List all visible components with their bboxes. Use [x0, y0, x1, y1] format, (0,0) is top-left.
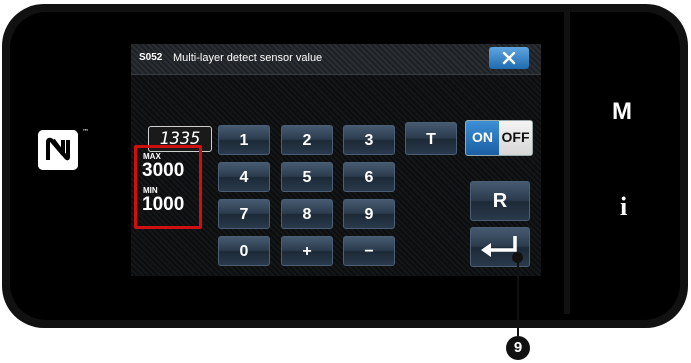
dialog-titlebar: S052 Multi-layer detect sensor value — [131, 44, 541, 75]
close-icon — [502, 51, 516, 65]
key-3[interactable]: 3 — [343, 125, 395, 155]
nfc-icon — [38, 130, 78, 170]
close-button[interactable] — [489, 47, 529, 69]
key-2[interactable]: 2 — [281, 125, 333, 155]
limits-highlight: MAX 3000 MIN 1000 — [134, 145, 202, 229]
off-label: OFF — [499, 121, 532, 155]
key-plus[interactable]: + — [281, 236, 333, 266]
reset-button[interactable]: R — [470, 181, 530, 221]
nfc-trademark: ™ — [82, 128, 89, 136]
key-0[interactable]: 0 — [218, 236, 270, 266]
key-9[interactable]: 9 — [343, 199, 395, 229]
callout-number: 9 — [506, 336, 530, 360]
key-4[interactable]: 4 — [218, 162, 270, 192]
side-divider — [564, 10, 570, 314]
key-6[interactable]: 6 — [343, 162, 395, 192]
mode-button[interactable]: M — [612, 98, 632, 126]
key-t[interactable]: T — [405, 122, 457, 155]
min-value: 1000 — [142, 194, 185, 215]
touch-screen: S052 Multi-layer detect sensor value 1 3 3… — [131, 44, 541, 276]
info-button[interactable]: i — [620, 192, 627, 222]
key-1[interactable]: 1 — [218, 125, 270, 155]
key-5[interactable]: 5 — [281, 162, 333, 192]
key-7[interactable]: 7 — [218, 199, 270, 229]
max-value: 3000 — [142, 160, 185, 181]
dialog-title: Multi-layer detect sensor value — [173, 52, 323, 64]
callout-dot — [512, 252, 523, 263]
screen-code: S052 — [139, 52, 163, 63]
on-off-toggle[interactable]: ON OFF — [465, 120, 533, 156]
on-label: ON — [466, 121, 499, 155]
callout-line — [517, 257, 519, 336]
key-8[interactable]: 8 — [281, 199, 333, 229]
key-minus[interactable]: − — [343, 236, 395, 266]
